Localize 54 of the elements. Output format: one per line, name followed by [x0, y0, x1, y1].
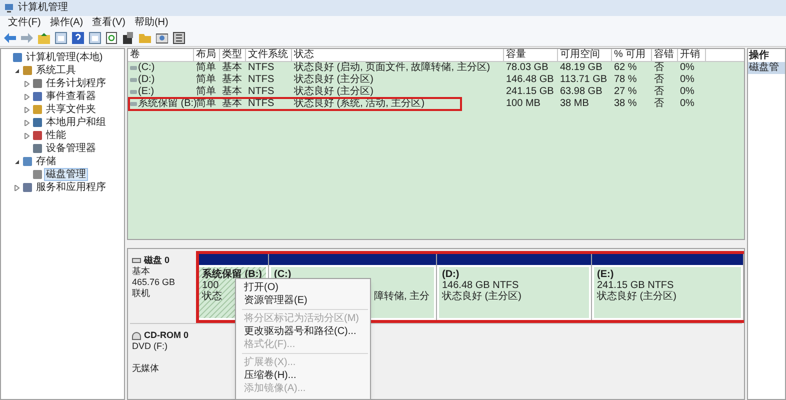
table-cell: 0% — [680, 86, 694, 98]
table-cell: 38 MB — [560, 98, 589, 110]
table-cell: 否 — [654, 98, 664, 110]
table-cell: 否 — [654, 62, 664, 74]
partition-info: 状态良好 (主分区) — [597, 291, 676, 302]
table-cell: (E:) — [138, 86, 154, 98]
table-cell: 0% — [680, 74, 694, 86]
table-cell-text: 简单 — [196, 62, 216, 74]
table-cell: 63.98 GB — [560, 86, 602, 98]
table-cell: 0% — [680, 62, 694, 74]
disk-info: DVD (F:) — [132, 341, 168, 352]
partition-info: 状态良好 (主分区) — [442, 291, 522, 302]
table-cell: 78.03 GB — [506, 62, 548, 74]
partition-info: 状态 — [202, 291, 222, 302]
table-cell: 基本 — [222, 86, 242, 98]
table-cell: 状态良好 (主分区) — [294, 86, 374, 98]
disk-info: 无媒体 — [132, 363, 160, 374]
table-cell: 否 — [654, 86, 664, 98]
partition-info: 100 — [202, 280, 219, 291]
partition-info: 241.15 GB NTFS — [597, 280, 674, 291]
table-cell: NTFS — [248, 86, 274, 98]
partition-info: 障转储, 主分 — [374, 291, 430, 302]
window-title: 计算机管理 — [18, 3, 68, 13]
disk-info: 联机 — [132, 288, 151, 299]
disk-name: 磁盘 0 — [144, 255, 170, 266]
table-cell: 241.15 GB — [506, 86, 554, 98]
table-cell: 38 % — [614, 98, 637, 110]
partition-name: (D:) — [442, 269, 460, 280]
table-cell-text: 状态良好 (启动, 页面文件, 故障转储, 主分区) — [294, 62, 490, 73]
table-cell: 100 MB — [506, 98, 540, 110]
table-cell: 0% — [680, 98, 694, 110]
table-cell: NTFS — [248, 98, 274, 110]
table-cell-text: 基本 — [222, 62, 242, 74]
table-cell: (D:) — [138, 74, 155, 86]
table-cell-text: 状态良好 (主分区) — [294, 74, 374, 85]
table-cell-text: 简单 — [196, 74, 216, 86]
table-cell: 113.71 GB — [560, 74, 608, 86]
actions-title: 操作 — [748, 49, 770, 62]
table-cell: 简单 — [196, 86, 216, 98]
table-cell: NTFS — [248, 74, 274, 86]
partition-info: 146.48 GB NTFS — [442, 280, 519, 291]
table-cell: 78 % — [614, 74, 637, 86]
table-cell: (C:) — [138, 62, 155, 74]
table-cell: 62 % — [614, 62, 637, 74]
table-cell: 48.19 GB — [560, 62, 602, 74]
table-cell: 否 — [654, 74, 664, 86]
partition-name: (E:) — [597, 269, 614, 280]
table-cell: NTFS — [248, 62, 274, 74]
disk-info: 465.76 GB — [132, 277, 176, 288]
table-cell: 27 % — [614, 86, 637, 98]
disk-name: CD-ROM 0 — [144, 330, 188, 341]
table-cell-text: 基本 — [222, 74, 242, 86]
table-cell: 146.48 GB — [506, 74, 554, 86]
disk-info: 基本 — [132, 266, 151, 277]
